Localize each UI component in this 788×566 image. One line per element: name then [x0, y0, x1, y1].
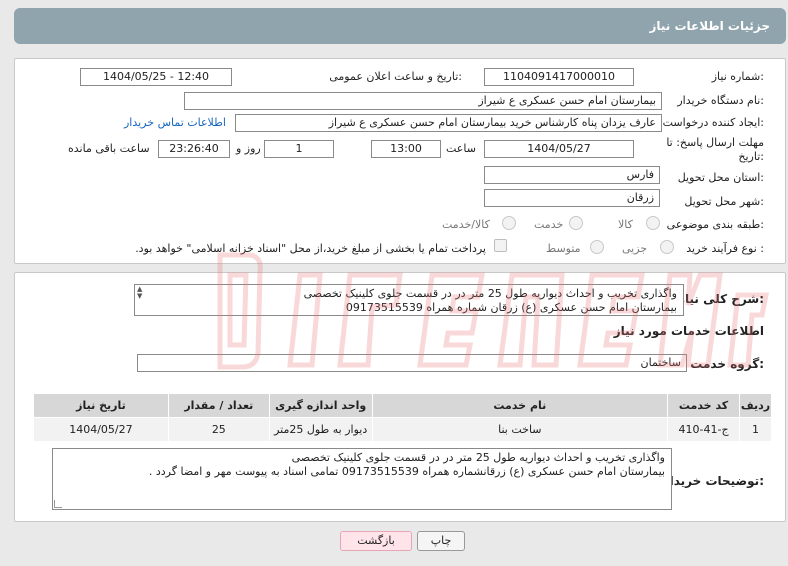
- back-button[interactable]: بازگشت: [340, 531, 412, 551]
- deadline-label-text: مهلت ارسال پاسخ: تا تاریخ:: [666, 136, 764, 163]
- announce-datetime-field[interactable]: 1404/05/25 - 12:40: [80, 68, 232, 86]
- header-row-index: ردیف: [739, 393, 772, 418]
- deadline-time-label: ساعت: [446, 142, 476, 155]
- buyer-contact-link[interactable]: اطلاعات تماس خریدار: [124, 116, 226, 129]
- table-row[interactable]: 1 ج-41-410 ساخت بنا دیوار به طول 25متر 2…: [33, 417, 772, 442]
- category-service-label: خدمت: [534, 218, 564, 231]
- print-button[interactable]: چاپ: [417, 531, 465, 551]
- announce-datetime-label: تاریخ و ساعت اعلان عمومی:: [329, 70, 462, 83]
- page-title: جزئیات اطلاعات نیاز: [649, 19, 770, 33]
- cell-need-date: 1404/05/27: [33, 417, 169, 442]
- category-goods-radio[interactable]: [646, 216, 660, 230]
- need-number-field[interactable]: 1104091417000010: [484, 68, 634, 86]
- remaining-time-field[interactable]: 23:26:40: [158, 140, 230, 158]
- deadline-time-field[interactable]: 13:00: [371, 140, 441, 158]
- service-group-label: گروه خدمت:: [690, 357, 764, 371]
- city-field[interactable]: زرقان: [484, 189, 660, 207]
- buyer-notes-label: توضیحات خریدار:: [662, 474, 764, 488]
- process-label: نوع فرآیند خرید :: [686, 242, 764, 255]
- cell-row-index: 1: [739, 417, 772, 442]
- category-goods-service-label: کالا/خدمت: [442, 218, 490, 231]
- cell-unit: دیوار به طول 25متر: [268, 417, 373, 442]
- treasury-payment-checkbox[interactable]: [494, 239, 507, 252]
- summary-line-1: واگذاری تخریب و احداث دیواریه طول 25 متر…: [303, 287, 677, 300]
- summary-line-2: بیمارستان امام حسن عسکری (ع) زرقان شماره…: [345, 301, 677, 314]
- creator-label: ایجاد کننده درخواست:: [662, 116, 764, 129]
- header-service-name: نام خدمت: [371, 393, 669, 418]
- summary-label: شرح کلی نیاز:: [678, 292, 764, 306]
- buyer-notes-line-1: واگذاری تخریب و احداث دیواریه طول 25 متر…: [291, 451, 665, 464]
- header-unit: واحد اندازه گیری: [268, 393, 373, 418]
- buyer-notes-line-2: بیمارستان امام حسن عسکری (ع) زرقانشماره …: [148, 465, 665, 478]
- category-goods-service-radio[interactable]: [502, 216, 516, 230]
- need-number-label: شماره نیاز:: [711, 70, 764, 83]
- remaining-time-label: ساعت باقی مانده: [68, 142, 150, 155]
- creator-field[interactable]: عارف یزدان پناه کارشناس خرید بیمارستان ا…: [235, 114, 662, 132]
- province-label: استان محل تحویل:: [677, 171, 764, 184]
- cell-service-code: ج-41-410: [667, 417, 741, 442]
- buyer-org-label: نام دستگاه خریدار:: [677, 94, 764, 107]
- days-label: روز و: [236, 142, 261, 155]
- buyer-org-field[interactable]: بیمارستان امام حسن عسکری ع شیراز: [184, 92, 662, 110]
- cell-service-name: ساخت بنا: [371, 417, 669, 442]
- treasury-payment-note: پرداخت تمام یا بخشی از مبلغ خرید،از محل …: [135, 242, 486, 255]
- days-field[interactable]: 1: [264, 140, 334, 158]
- page-header: جزئیات اطلاعات نیاز: [14, 8, 786, 44]
- city-label: شهر محل تحویل:: [684, 195, 764, 208]
- summary-textarea[interactable]: واگذاری تخریب و احداث دیواریه طول 25 متر…: [134, 284, 684, 316]
- deadline-label: مهلت ارسال پاسخ: تا تاریخ:: [664, 136, 764, 164]
- services-table: ردیف کد خدمت نام خدمت واحد اندازه گیری ت…: [33, 393, 772, 442]
- province-field[interactable]: فارس: [484, 166, 660, 184]
- category-service-radio[interactable]: [569, 216, 583, 230]
- buyer-notes-textarea[interactable]: واگذاری تخریب و احداث دیواریه طول 25 متر…: [52, 448, 672, 510]
- process-medium-label: متوسط: [546, 242, 581, 255]
- cell-quantity: 25: [167, 417, 270, 442]
- process-medium-radio[interactable]: [590, 240, 604, 254]
- header-quantity: تعداد / مقدار: [167, 393, 270, 418]
- services-table-header: ردیف کد خدمت نام خدمت واحد اندازه گیری ت…: [33, 393, 772, 418]
- deadline-date-field[interactable]: 1404/05/27: [484, 140, 634, 158]
- category-goods-label: کالا: [618, 218, 633, 231]
- services-section-title: اطلاعات خدمات مورد نیاز: [613, 324, 764, 338]
- category-label: طبقه بندی موضوعی:: [666, 218, 764, 231]
- summary-scroll-arrows[interactable]: ▲ ▼: [137, 286, 147, 300]
- process-minor-radio[interactable]: [660, 240, 674, 254]
- resize-handle-icon[interactable]: [54, 500, 62, 508]
- service-group-field[interactable]: ساختمان: [137, 354, 687, 372]
- header-service-code: کد خدمت: [667, 393, 741, 418]
- header-need-date: تاریخ نیاز: [33, 393, 169, 418]
- process-minor-label: جزیی: [622, 242, 648, 255]
